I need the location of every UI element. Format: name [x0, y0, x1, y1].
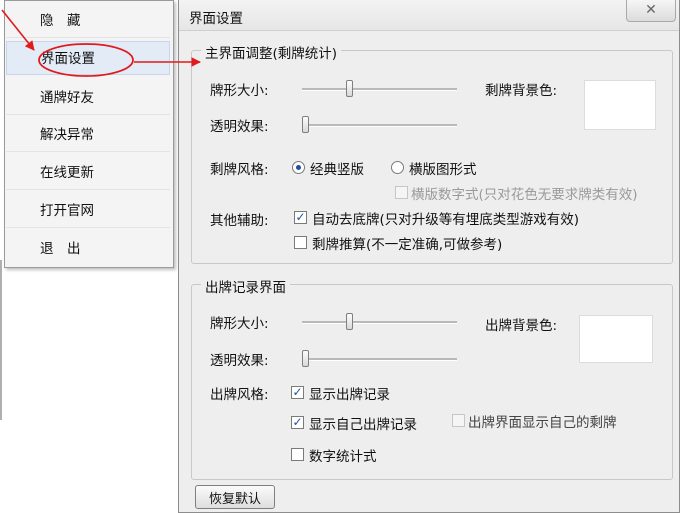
annotation-ellipse: [38, 43, 134, 77]
annotation-arrow-to-menu: [1, 9, 35, 51]
annotation-overlay: [1, 9, 201, 77]
